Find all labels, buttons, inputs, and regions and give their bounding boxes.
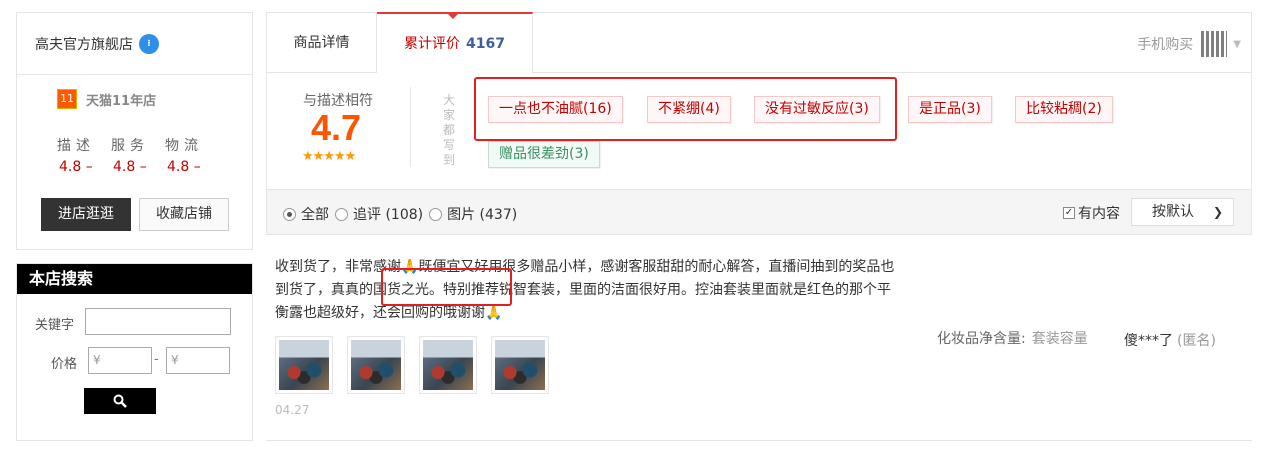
highlight-box-tags [474, 77, 897, 141]
review-sku-spec: 化妆品净含量: 套装容量 [937, 328, 1088, 348]
keyword-label: 关键字 [35, 318, 75, 333]
product-photo [279, 340, 329, 390]
spec-label: 化妆品净含量: [937, 331, 1026, 347]
enter-shop-button[interactable]: 进店逛逛 [41, 198, 131, 231]
summary-divider [410, 87, 411, 167]
mobile-buy[interactable]: 手机购买 ▼ [1137, 31, 1241, 57]
tab-reviews[interactable]: 累计评价 4167 [377, 12, 533, 73]
checkbox-checked-icon[interactable]: ✓ [1063, 207, 1075, 219]
has-content-label: 有内容 [1078, 206, 1120, 222]
review-photo-thumbnail[interactable] [419, 336, 477, 394]
review-photos [275, 336, 549, 394]
review-divider [266, 440, 1252, 441]
price-dash: - [154, 352, 159, 367]
price-label: 价格 [51, 357, 78, 372]
radio-icon[interactable] [429, 207, 443, 221]
review-tag[interactable]: 比较粘稠(2) [1015, 96, 1113, 123]
review-filter-options: 全部 追评 (108) 图片 (437) [283, 204, 523, 224]
favorite-shop-button[interactable]: 收藏店铺 [139, 198, 229, 231]
review-photo-thumbnail[interactable] [275, 336, 333, 394]
review-filter-bar: 全部 追评 (108) 图片 (437) ✓ 有内容 按默认 ❯ [266, 190, 1252, 235]
wangwang-chat-icon[interactable]: ⁝ [139, 33, 159, 54]
dsr-label-desc: 描述 [57, 138, 95, 154]
price-min-input[interactable]: ¥ [88, 347, 152, 374]
shop-header: 高夫官方旗舰店 ⁝ [17, 13, 252, 75]
filter-pictures[interactable]: 图片 (437) [429, 204, 517, 224]
tab-reviews-count: 4167 [466, 36, 505, 52]
product-photo [495, 340, 545, 390]
tab-active-indicator [447, 13, 459, 19]
radio-checked-icon[interactable] [283, 207, 296, 221]
filter-pictures-label: 图片 (437) [447, 207, 518, 223]
tab-reviews-label: 累计评价 [404, 36, 461, 52]
filter-followup[interactable]: 追评 (108) [335, 204, 423, 224]
shop-name[interactable]: 高夫官方旗舰店 [35, 34, 133, 54]
highlight-box-phrase [381, 268, 512, 306]
dsr-labels: 描述 服务 物流 [57, 135, 203, 155]
store-search-button[interactable] [84, 388, 156, 414]
chevron-down-icon[interactable]: ▼ [1233, 39, 1241, 50]
author-anonymous: (匿名) [1177, 333, 1216, 349]
filter-followup-label: 追评 (108) [353, 207, 424, 223]
score-value: 4.7 [311, 107, 362, 148]
search-icon [113, 394, 127, 408]
radio-icon[interactable] [335, 207, 348, 221]
dsr-values: 4.8 – 4.8 – 4.8 – [59, 159, 203, 175]
filter-all-label: 全部 [301, 207, 329, 223]
product-photo [351, 340, 401, 390]
spec-value: 套装容量 [1031, 331, 1088, 347]
review-photo-thumbnail[interactable] [347, 336, 405, 394]
review-tag[interactable]: 是正品(3) [908, 96, 992, 123]
sort-select-value: 按默认 [1152, 204, 1194, 220]
store-search-card: 本店搜索 关键字 价格 ¥ - ¥ [16, 263, 253, 441]
review-tag-negative[interactable]: 赠品很差劲(3) [488, 141, 600, 168]
tmall-badge-icon: 11 [57, 89, 77, 109]
everyone-says-label: 大家都写到 [443, 93, 456, 167]
review-date: 04.27 [275, 403, 310, 417]
tab-product-detail[interactable]: 商品详情 [267, 13, 377, 73]
qr-code-icon[interactable] [1201, 31, 1228, 57]
rating-stars-icon: ★★★★★ [302, 149, 356, 164]
dsr-value-desc: 4.8 – [59, 159, 93, 175]
dsr-label-service: 服务 [111, 138, 149, 154]
chevron-down-icon: ❯ [1212, 205, 1223, 219]
tab-bar: 商品详情 累计评价 4167 手机购买 ▼ [266, 12, 1252, 73]
mobile-buy-label: 手机购买 [1137, 37, 1194, 53]
price-max-input[interactable]: ¥ [166, 347, 230, 374]
tmall-years-row: 11 天猫11年店 [57, 89, 156, 109]
author-name: 傻***了 [1124, 333, 1173, 349]
review-photo-thumbnail[interactable] [491, 336, 549, 394]
product-photo [423, 340, 473, 390]
store-search-title: 本店搜索 [17, 264, 252, 294]
review-content: 收到货了，非常感谢🙏既便宜又好用很多赠品小样，感谢客服甜甜的耐心解答，直播间抽到… [275, 259, 895, 321]
filter-all[interactable]: 全部 [283, 204, 329, 224]
dsr-value-service: 4.8 – [113, 159, 147, 175]
shop-card: 高夫官方旗舰店 ⁝ 11 天猫11年店 描述 服务 物流 4.8 – 4.8 –… [16, 12, 253, 250]
tmall-years-text: 天猫11年店 [86, 93, 157, 109]
keyword-input[interactable] [85, 308, 231, 335]
dsr-label-logistics: 物流 [165, 138, 203, 154]
review-author: 傻***了 (匿名) [1124, 330, 1216, 350]
has-content-filter[interactable]: ✓ 有内容 [1063, 203, 1120, 223]
dsr-value-logistics: 4.8 – [167, 159, 201, 175]
sort-select[interactable]: 按默认 ❯ [1131, 198, 1234, 226]
